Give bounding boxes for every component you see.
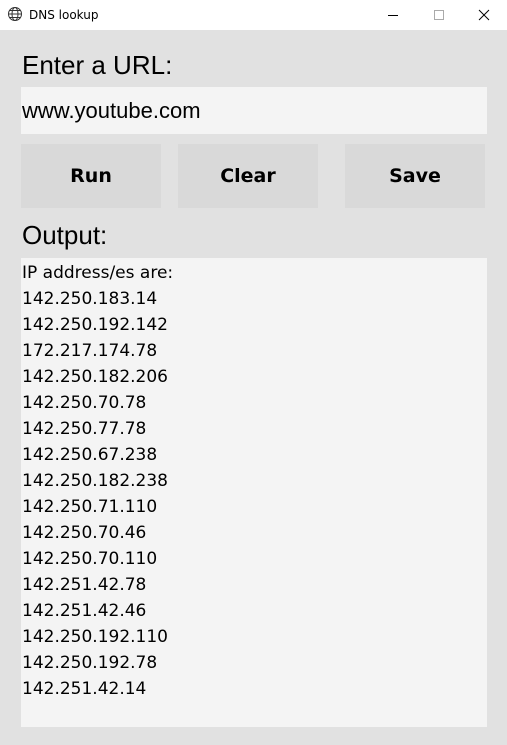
output-textarea[interactable]: IP address/es are: 142.250.183.14 142.250.… [21, 258, 487, 727]
run-button[interactable]: Run [21, 144, 161, 208]
clear-button[interactable]: Clear [178, 144, 318, 208]
globe-icon [7, 6, 23, 22]
close-icon [478, 9, 490, 21]
output-ip-line: 142.250.70.110 [22, 549, 158, 569]
output-ip-line: 142.250.192.78 [22, 653, 158, 673]
output-ip-line: 142.250.71.110 [22, 497, 158, 517]
output-header-line: IP address/es are: [22, 263, 174, 283]
output-ip-line: 142.250.77.78 [22, 419, 147, 439]
output-ip-line: 142.251.42.14 [22, 679, 147, 699]
output-ip-line: 142.250.67.238 [22, 445, 158, 465]
save-button[interactable]: Save [345, 144, 485, 208]
output-ip-line: 142.251.42.78 [22, 575, 147, 595]
title-bar[interactable]: DNS lookup [0, 0, 507, 30]
output-ip-line: 142.250.182.206 [22, 367, 169, 387]
minimize-button[interactable] [370, 0, 416, 30]
url-label: Enter a URL: [22, 50, 173, 80]
window-title: DNS lookup [29, 8, 99, 22]
output-ip-line: 142.251.42.46 [22, 601, 147, 621]
close-button[interactable] [461, 0, 507, 30]
minimize-icon [388, 15, 398, 16]
output-ip-line: 142.250.192.142 [22, 315, 169, 335]
url-input[interactable] [21, 87, 487, 134]
output-ip-line: 142.250.182.238 [22, 471, 169, 491]
output-ip-line: 142.250.70.46 [22, 523, 147, 543]
maximize-icon [434, 10, 444, 20]
output-ip-line: 142.250.183.14 [22, 289, 158, 309]
maximize-button[interactable] [416, 0, 462, 30]
output-ip-line: 142.250.192.110 [22, 627, 169, 647]
output-ip-line: 142.250.70.78 [22, 393, 147, 413]
output-label: Output: [22, 220, 108, 250]
output-ip-line: 172.217.174.78 [22, 341, 158, 361]
